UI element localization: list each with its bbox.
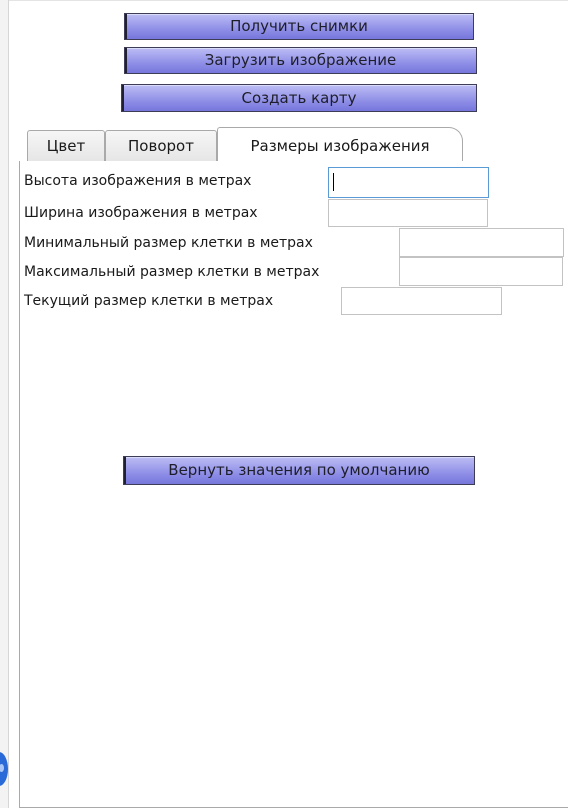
current-cell-size-input[interactable]: [341, 287, 502, 315]
image-height-label: Высота изображения в метрах: [24, 173, 252, 189]
top-divider: [9, 0, 568, 1]
text-caret: [333, 173, 334, 191]
app-window: Получить снимки Загрузить изображение Со…: [0, 0, 568, 808]
max-cell-size-input[interactable]: [399, 257, 563, 286]
tab-image-size[interactable]: Размеры изображения: [217, 127, 463, 162]
load-image-button[interactable]: Загрузить изображение: [124, 47, 477, 74]
min-cell-size-input[interactable]: [399, 228, 564, 257]
current-cell-size-label: Текущий размер клетки в метрах: [24, 293, 274, 309]
tab-rotation[interactable]: Поворот: [105, 130, 217, 161]
min-cell-size-label: Минимальный размер клетки в метрах: [24, 235, 313, 251]
create-map-button[interactable]: Создать карту: [121, 84, 477, 112]
tab-color[interactable]: Цвет: [27, 130, 105, 161]
image-height-input[interactable]: [328, 167, 489, 198]
get-snapshots-button[interactable]: Получить снимки: [124, 13, 474, 40]
reset-defaults-button[interactable]: Вернуть значения по умолчанию: [123, 456, 475, 485]
image-width-input[interactable]: [328, 199, 488, 227]
max-cell-size-label: Максимальный размер клетки в метрах: [24, 264, 320, 280]
left-window-border: [0, 0, 9, 808]
image-width-label: Ширина изображения в метрах: [24, 205, 258, 221]
